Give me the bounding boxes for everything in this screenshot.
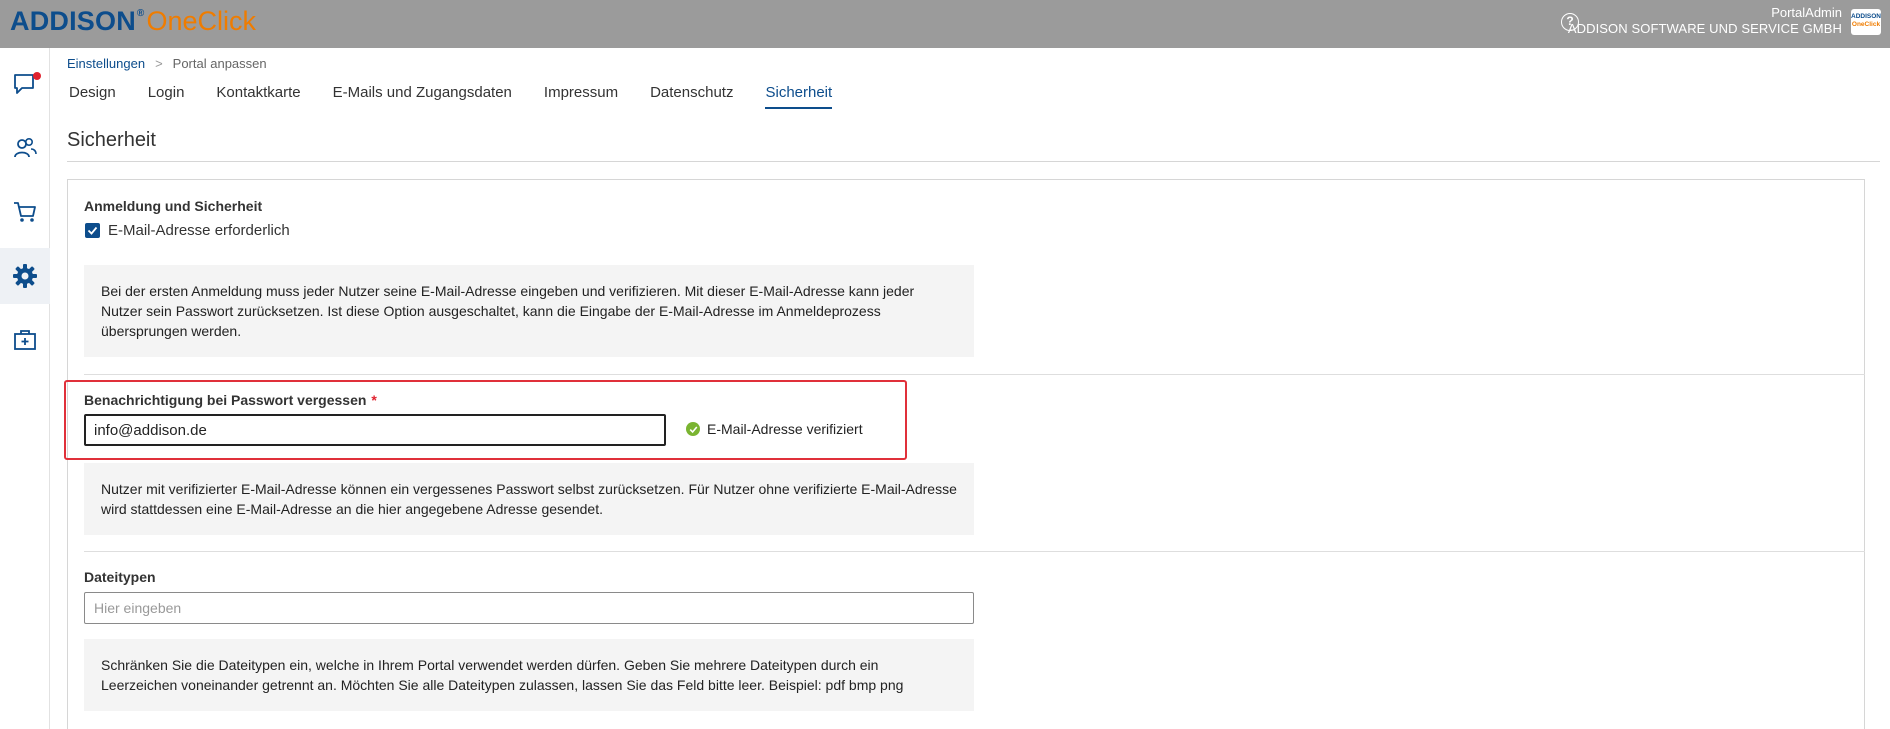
email-verified-label: E-Mail-Adresse verifiziert [707,421,863,437]
email-required-checkbox-row[interactable]: E-Mail-Adresse erforderlich [85,222,290,239]
password-notification-title: Benachrichtigung bei Passwort vergessen [84,392,367,408]
email-required-label: E-Mail-Adresse erforderlich [108,222,290,239]
users-icon [14,137,37,158]
filetypes-heading: Dateitypen [84,569,156,585]
medical-case-icon [14,330,36,350]
company-name: ADDISON SOFTWARE UND SERVICE GMBH [1567,21,1842,36]
filetypes-info-box: Schränken Sie die Dateitypen ein, welche… [84,639,974,711]
sidebar [0,48,50,729]
page-title: Sicherheit [67,129,156,151]
email-verified-status: E-Mail-Adresse verifiziert [686,421,863,437]
email-required-checkbox[interactable] [85,223,100,238]
sidebar-item-users[interactable] [0,120,50,176]
password-info-text: Nutzer mit verifizierter E-Mail-Adresse … [101,481,957,517]
login-info-box: Bei der ersten Anmeldung muss jeder Nutz… [84,265,974,357]
logo-registered-mark: ® [136,8,145,19]
company-logo-top: ADDISON [1851,13,1881,20]
addison-oneclick-logo[interactable]: ADDISON ® OneClick [10,6,256,42]
breadcrumb: Einstellungen > Portal anpassen [67,56,267,71]
tab-design[interactable]: Design [69,84,116,109]
filetypes-input[interactable] [84,592,974,624]
section-divider [84,551,1865,552]
check-icon [87,226,98,235]
company-logo-bottom: OneClick [1851,21,1881,28]
breadcrumb-settings-link[interactable]: Einstellungen [67,56,145,71]
tab-security[interactable]: Sicherheit [765,84,833,109]
password-notification-heading: Benachrichtigung bei Passwort vergessen * [84,392,377,408]
top-bar: ADDISON ® OneClick ? PortalAdmin ADDISON… [0,0,1890,48]
user-menu[interactable]: PortalAdmin ADDISON SOFTWARE UND SERVICE… [1568,5,1842,37]
gear-icon [13,264,37,288]
sidebar-item-messages[interactable] [0,56,50,112]
logo-secondary-text: OneClick [146,6,257,36]
sidebar-item-shop[interactable] [0,184,50,240]
breadcrumb-current: Portal anpassen [172,56,267,71]
password-info-box: Nutzer mit verifizierter E-Mail-Adresse … [84,463,974,535]
company-logo-avatar[interactable]: ADDISON OneClick [1851,9,1881,35]
notification-dot [33,72,41,80]
section-divider [84,374,1865,375]
breadcrumb-separator: > [155,56,163,71]
required-marker: * [371,392,377,408]
tab-privacy[interactable]: Datenschutz [650,84,733,109]
tab-emails-credentials[interactable]: E-Mails und Zugangsdaten [333,84,512,109]
sidebar-item-settings[interactable] [0,248,50,304]
filetypes-info-text: Schränken Sie die Dateitypen ein, welche… [101,657,904,693]
tab-login[interactable]: Login [148,84,185,109]
title-divider [67,161,1880,162]
user-name: PortalAdmin [1771,5,1842,20]
logo-primary-text: ADDISON [10,6,136,36]
tab-imprint[interactable]: Impressum [544,84,618,109]
sidebar-item-health[interactable] [0,312,50,368]
login-security-heading: Anmeldung und Sicherheit [84,198,263,214]
cart-icon [14,202,36,222]
verified-check-icon [686,422,700,436]
notification-email-input[interactable] [84,414,666,446]
tab-contact-card[interactable]: Kontaktkarte [216,84,300,109]
settings-tabs: Design Login Kontaktkarte E-Mails und Zu… [69,84,864,109]
login-info-text: Bei der ersten Anmeldung muss jeder Nutz… [101,283,915,339]
